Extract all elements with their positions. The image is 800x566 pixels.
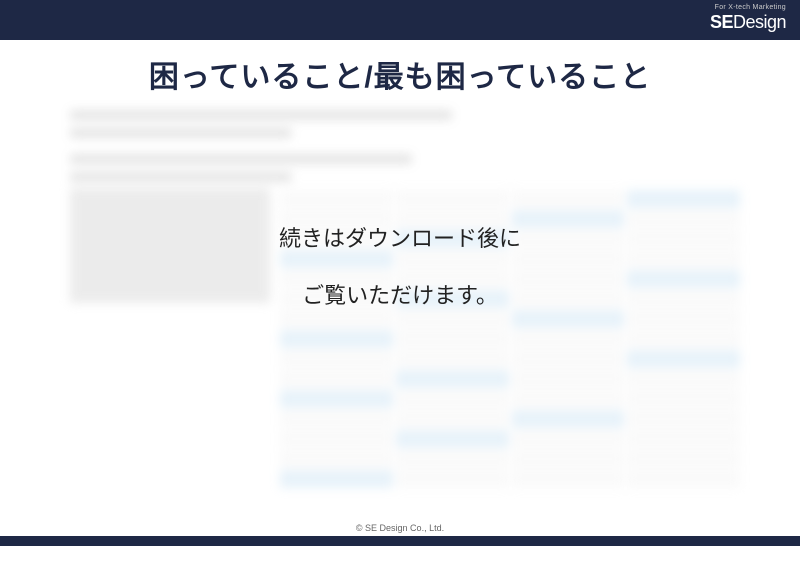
footer-bar xyxy=(0,536,800,546)
brand-se: SE xyxy=(710,12,733,32)
brand-logo: For X-tech Marketing SEDesign xyxy=(710,4,786,33)
brand-design: Design xyxy=(733,12,786,32)
brand-name: SEDesign xyxy=(710,12,786,33)
footer-copyright: © SE Design Co., Ltd. xyxy=(0,523,800,533)
overlay-line1: 続きはダウンロード後に xyxy=(0,210,800,267)
download-prompt: 続きはダウンロード後に ご覧いただけます。 xyxy=(0,210,800,324)
header-bar: For X-tech Marketing SEDesign xyxy=(0,0,800,40)
overlay-line2: ご覧いただけます。 xyxy=(0,267,800,324)
brand-tagline: For X-tech Marketing xyxy=(710,4,786,11)
page-title: 困っていること/最も困っていること xyxy=(0,52,800,96)
